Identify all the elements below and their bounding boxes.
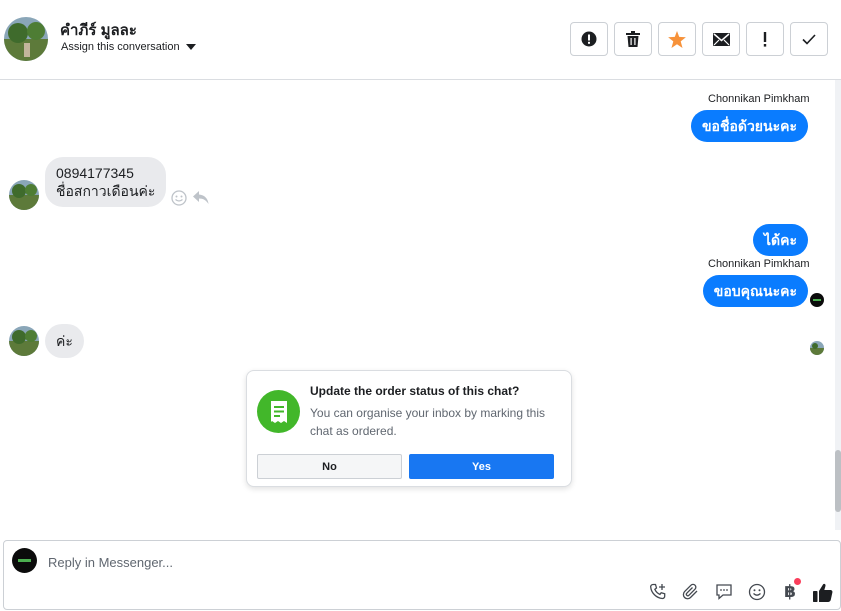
star-icon [668, 30, 686, 48]
delete-button[interactable] [614, 22, 652, 56]
no-button[interactable]: No [257, 454, 402, 479]
message-bubble-outgoing[interactable]: ขอชื่อด้วยนะคะ [690, 110, 808, 142]
sender-name: Chonnikan Pimkham [708, 258, 810, 270]
message-hover-tools [171, 190, 209, 206]
order-prompt-description: You can organise your inbox by marking t… [310, 406, 546, 438]
saved-replies-button[interactable] [713, 581, 735, 603]
contact-avatar[interactable] [4, 17, 48, 61]
message-bubble-outgoing[interactable]: ได้คะ [752, 224, 808, 256]
emoji-icon [748, 583, 766, 601]
chat-scrollbar-thumb[interactable] [835, 450, 841, 512]
attach-button[interactable] [680, 581, 702, 603]
assign-conversation-dropdown[interactable]: Assign this conversation [61, 41, 196, 53]
reply-input[interactable] [48, 553, 748, 571]
message-bubble-outgoing[interactable]: ขอบคุณนะคะ [702, 275, 808, 307]
exclamation-icon [763, 31, 767, 47]
reply-composer: ฿ [3, 540, 841, 610]
reply-arrow-icon[interactable] [193, 191, 209, 205]
envelope-icon [712, 32, 730, 46]
mark-done-button[interactable] [790, 22, 828, 56]
star-button[interactable] [658, 22, 696, 56]
spam-button[interactable] [570, 22, 608, 56]
phone-plus-icon [650, 583, 666, 600]
like-button[interactable] [812, 581, 834, 603]
customer-seen-avatar [810, 341, 824, 355]
thumbs-up-icon [813, 583, 833, 602]
notification-dot [794, 578, 801, 585]
caret-down-icon [185, 44, 196, 50]
yes-button[interactable]: Yes [409, 454, 554, 479]
check-icon [802, 33, 816, 45]
trash-icon [626, 31, 640, 47]
payment-button[interactable]: ฿ [779, 578, 801, 603]
message-bubble-incoming[interactable]: 0894177345 ชื่อสกาวเดือนค่ะ [45, 157, 167, 207]
order-status-prompt: Update the order status of this chat? Yo… [246, 370, 572, 487]
mark-unread-button[interactable] [702, 22, 740, 56]
sender-name: Chonnikan Pimkham [708, 93, 810, 105]
customer-avatar[interactable] [9, 326, 39, 356]
conversation-actions [570, 22, 828, 56]
emoji-button[interactable] [746, 581, 768, 603]
follow-up-button[interactable] [746, 22, 784, 56]
paperclip-icon [682, 583, 698, 600]
seen-indicator-avatar [810, 293, 824, 307]
order-prompt-title: Update the order status of this chat? [310, 384, 520, 398]
saved-reply-icon [716, 584, 732, 600]
message-line: 0894177345 [56, 165, 134, 181]
message-line: ชื่อสกาวเดือนค่ะ [56, 183, 156, 199]
call-button[interactable] [647, 581, 669, 603]
customer-avatar[interactable] [9, 180, 39, 210]
page-avatar [12, 548, 37, 573]
message-bubble-incoming[interactable]: ค่ะ [45, 324, 84, 358]
baht-payment-icon: ฿ [784, 582, 796, 602]
order-receipt-icon [257, 390, 300, 433]
assign-label: Assign this conversation [61, 41, 180, 53]
conversation-header: คำภีร์ มูลละ Assign this conversation [0, 0, 841, 80]
contact-name: คำภีร์ มูลละ [60, 22, 137, 39]
alert-circle-icon [581, 31, 597, 47]
react-emoji-icon[interactable] [171, 190, 187, 206]
composer-toolbar: ฿ [647, 578, 834, 603]
